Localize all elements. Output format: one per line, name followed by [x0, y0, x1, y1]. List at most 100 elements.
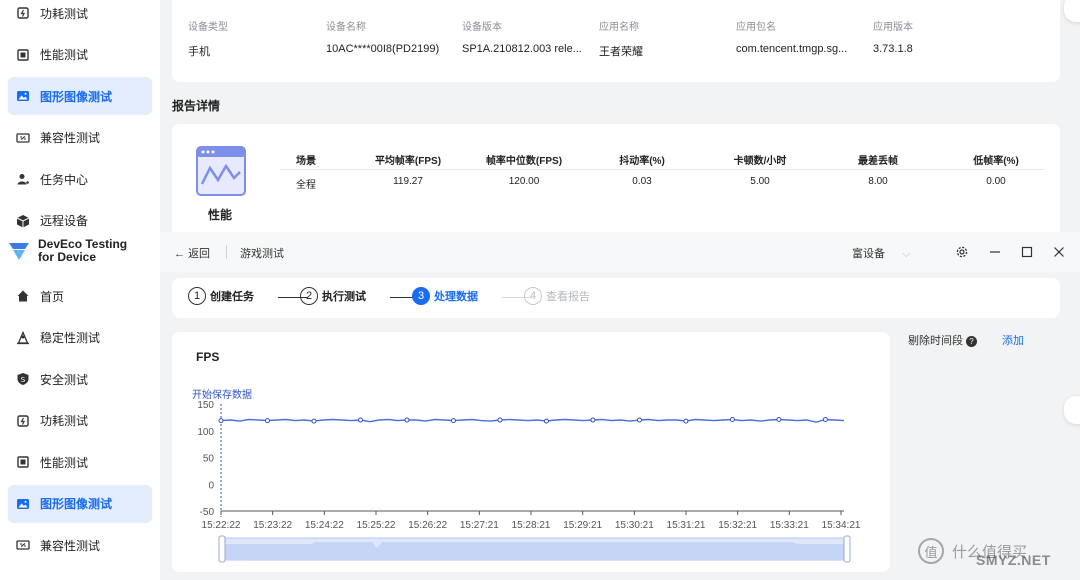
- sidebar-item-7[interactable]: 兼容性测试: [8, 526, 152, 564]
- x-tick-label: 15:30:21: [615, 520, 654, 531]
- step-2: 2 执行测试: [300, 287, 366, 305]
- column-header: 帧率中位数(FPS): [485, 156, 563, 167]
- device-info-col: 应用版本 3.73.1.8: [873, 18, 913, 55]
- sidebar-item-3[interactable]: 图形图像测试: [8, 77, 152, 115]
- device-select-value: 富设备: [852, 248, 885, 260]
- fps-point: [218, 418, 224, 424]
- back-button[interactable]: ← 返回: [174, 245, 210, 261]
- exclude-period-text: 剔除时间段: [908, 335, 963, 347]
- image-icon: [16, 89, 30, 103]
- performance-chart-icon: [196, 146, 246, 196]
- chevron-down-icon: ⌵: [902, 248, 911, 260]
- help-icon[interactable]: ?: [966, 335, 977, 347]
- sidebar-item-label: 功耗测试: [40, 6, 89, 21]
- sidebar-item-4[interactable]: 功耗测试: [8, 402, 152, 440]
- fps-point: [404, 417, 410, 423]
- info-label: 设备名称: [326, 22, 366, 33]
- sidebar-item-2[interactable]: 稳定性测试: [8, 319, 152, 357]
- zoom-handle-right[interactable]: [843, 535, 851, 563]
- fps-point: [683, 418, 689, 424]
- y-tick-label: 150: [197, 400, 214, 411]
- y-tick-label: 0: [208, 480, 214, 491]
- step-number: 2: [300, 287, 318, 305]
- x-tick-label: 15:33:21: [770, 520, 809, 531]
- sidebar-item-1[interactable]: 功耗测试: [8, 0, 152, 32]
- metrics-header-row: 场景 平均帧率(FPS) 帧率中位数(FPS) 抖动率(%) 卡顿数/小时 最差丢帧 低帧率…: [280, 146, 1044, 170]
- sidebar-item-label: 首页: [40, 289, 65, 304]
- fps-point: [357, 417, 363, 423]
- device-select[interactable]: 富设备 ⌵: [852, 245, 910, 261]
- arrow-left-icon: ←: [174, 248, 185, 260]
- power-icon: [16, 6, 30, 20]
- progress-stepper: 1 创建任务 2 执行测试 3 处理数据 4 查看报告: [172, 278, 1060, 318]
- game-test-window: ← 返回 游戏测试 富设备 ⌵ 1 创建任务 2 执行测试 3 处理数据 4 查看报告 FPS…: [160, 232, 1080, 580]
- column-header: 低帧率(%): [973, 156, 1019, 167]
- info-label: 应用版本: [873, 22, 913, 33]
- floating-assistant-button-lower[interactable]: [1064, 396, 1080, 424]
- zoom-handle-left[interactable]: [218, 535, 226, 563]
- sidebar-item-5[interactable]: 性能测试: [8, 443, 152, 481]
- y-tick-label: 50: [203, 454, 215, 465]
- info-value: 3.73.1.8: [873, 43, 913, 55]
- table-row: 全程 119.27 120.00 0.03 5.00 8.00 0.00: [280, 170, 1044, 196]
- report-section-title: 报告详情: [172, 99, 221, 113]
- sidebar-item-label: 稳定性测试: [40, 331, 101, 345]
- sidebar-item-label: 性能测试: [40, 48, 89, 62]
- shield-icon: S: [16, 372, 30, 386]
- sidebar-item-6[interactable]: 图形图像测试: [8, 484, 152, 523]
- minimize-icon[interactable]: [987, 244, 1003, 260]
- sidebar-item-2[interactable]: 性能测试: [8, 36, 152, 74]
- sidebar-item-label: 兼容性测试: [40, 131, 101, 145]
- image-icon: [16, 497, 30, 511]
- x-tick-label: 15:29:21: [563, 520, 602, 531]
- maximize-icon[interactable]: [1019, 244, 1035, 260]
- device-info-col: 应用包名 com.tencent.tmgp.sg...: [736, 18, 847, 55]
- step-number: 1: [188, 287, 206, 305]
- step-4: 4 查看报告: [524, 287, 590, 305]
- brand: DevEco Testing for Device: [8, 238, 127, 264]
- fps-point: [590, 417, 596, 423]
- sidebar-bottom: DevEco Testing for Device 首页稳定性测试 S 安全测试功耗…: [0, 232, 160, 580]
- step-3: 3 处理数据: [412, 287, 478, 305]
- fps-chart: 150 100 50 0 -50 15:22:22 15:23:22 15:24:22 15:2…: [192, 388, 861, 563]
- fps-point: [311, 418, 317, 424]
- report-area: 设备类型 手机 设备名称 10AC****00I8(PD2199) 设备版本 SP1A.2…: [160, 0, 1080, 232]
- x-tick-label: 15:23:22: [253, 520, 292, 531]
- x-tick-label: 15:32:21: [718, 520, 757, 531]
- table-cell: 0.00: [986, 176, 1006, 187]
- sidebar-item-4[interactable]: 兼容性测试: [8, 119, 152, 157]
- device-info-card: 设备类型 手机 设备名称 10AC****00I8(PD2199) 设备版本 SP1A.2…: [172, 0, 1060, 82]
- x-tick-label: 15:22:22: [202, 520, 241, 531]
- device-info-col: 应用名称 王者荣耀: [599, 18, 643, 59]
- column-header: 平均帧率(FPS): [374, 156, 442, 167]
- start-save-annotation: 开始保存数据: [192, 388, 252, 401]
- info-label: 应用包名: [736, 22, 776, 33]
- info-label: 设备版本: [462, 22, 502, 33]
- info-label: 应用名称: [599, 22, 639, 33]
- sidebar-top: 功耗测试 性能测试 图形图像测试 兼容性测试 任务中心 远程设备: [0, 0, 160, 232]
- fps-point: [776, 417, 782, 423]
- column-header: 卡顿数/小时: [733, 156, 787, 167]
- x-tick-label: 15:24:22: [305, 520, 344, 531]
- table-cell: 119.27: [393, 176, 423, 187]
- fps-point: [264, 418, 270, 424]
- chip-icon: [16, 455, 30, 469]
- sidebar-item-5[interactable]: 任务中心: [8, 160, 152, 198]
- device-info-col: 设备版本 SP1A.210812.003 rele...: [462, 18, 582, 55]
- info-value: SP1A.210812.003 rele...: [462, 43, 582, 55]
- settings-gear-icon[interactable]: [954, 244, 970, 260]
- x-tick-label: 15:28:21: [512, 520, 551, 531]
- sidebar-item-1[interactable]: 首页: [8, 277, 152, 315]
- sidebar-item-label: 图形图像测试: [40, 497, 113, 511]
- chip-icon: [16, 48, 30, 62]
- step-label: 处理数据: [434, 291, 478, 303]
- fps-point: [543, 418, 549, 424]
- close-icon[interactable]: [1051, 244, 1067, 260]
- add-period-link[interactable]: 添加: [1002, 332, 1024, 348]
- fps-chart-card: FPS 150 100 50 0 -50 15:22:22 15:23:22 15:24:22…: [172, 332, 890, 572]
- table-cell: 0.03: [632, 176, 652, 187]
- sidebar-item-3[interactable]: S 安全测试: [8, 360, 152, 398]
- fps-point: [497, 417, 503, 423]
- exclude-period-label: 剔除时间段?: [908, 332, 977, 348]
- table-cell: 120.00: [508, 176, 540, 187]
